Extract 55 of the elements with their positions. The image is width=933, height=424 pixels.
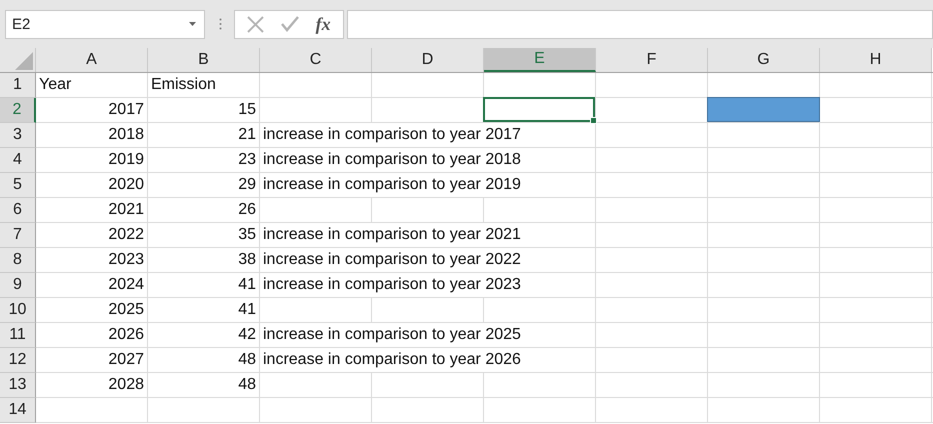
table-cell-text: Year (38, 75, 72, 95)
dropdown-caret-icon[interactable] (189, 22, 196, 26)
active-cell[interactable] (483, 97, 595, 122)
table-cell-text: 41 (237, 300, 257, 320)
table-cell-text: 15 (237, 100, 257, 120)
row-header[interactable]: 1 (0, 73, 36, 98)
table-cell-text: 42 (237, 325, 257, 345)
row-header[interactable]: 7 (0, 223, 36, 248)
table-cell-text: 35 (237, 225, 257, 245)
row-header[interactable]: 9 (0, 273, 36, 298)
table-cell-text: 29 (237, 175, 257, 195)
formula-input[interactable] (347, 10, 933, 38)
table-cell-text: 2018 (107, 125, 145, 145)
insert-function-button[interactable]: fx (316, 13, 331, 35)
row-header[interactable]: 6 (0, 198, 36, 223)
row-header[interactable]: 5 (0, 173, 36, 198)
table-cell-text: 2017 (107, 100, 145, 120)
row-header[interactable]: 8 (0, 248, 36, 273)
table-cell-text: 2020 (107, 175, 145, 195)
name-box[interactable]: E2 (5, 10, 205, 38)
table-cell-text: 21 (237, 125, 257, 145)
row-header[interactable]: 13 (0, 373, 36, 398)
table-cell-text: 2026 (107, 325, 145, 345)
column-header[interactable]: A (36, 48, 148, 72)
table-cell-text: 2023 (107, 250, 145, 270)
column-header[interactable]: D (372, 48, 484, 72)
table-cell-text: 48 (237, 375, 257, 395)
column-header[interactable]: G (708, 48, 820, 72)
row-header[interactable]: 2 (0, 98, 36, 123)
table-cell-text: 23 (237, 150, 257, 170)
table-cell-text: 38 (237, 250, 257, 270)
table-cell-text: 2022 (107, 225, 145, 245)
row-header[interactable]: 10 (0, 298, 36, 323)
column-header[interactable]: F (596, 48, 708, 72)
table-cell-text: 2021 (107, 200, 145, 220)
row-header[interactable]: 4 (0, 148, 36, 173)
table-cell-text: Emission (150, 75, 217, 95)
table-cell-text: 2028 (107, 375, 145, 395)
column-header[interactable]: C (260, 48, 372, 72)
column-header[interactable]: B (148, 48, 260, 72)
table-cell-text: 2024 (107, 275, 145, 295)
row-header[interactable]: 12 (0, 348, 36, 373)
table-cell-text: 26 (237, 200, 257, 220)
more-icon[interactable] (219, 18, 222, 30)
table-cell-text: 2027 (107, 350, 145, 370)
column-header[interactable]: H (820, 48, 932, 72)
corner-triangle-icon (15, 52, 33, 70)
table-cell-text: 2025 (107, 300, 145, 320)
table-cell-text: 2019 (107, 150, 145, 170)
row-header[interactable]: 3 (0, 123, 36, 148)
row-header[interactable]: 11 (0, 323, 36, 348)
select-all-button[interactable] (0, 48, 36, 72)
table-cell-text: 48 (237, 350, 257, 370)
row-header[interactable]: 14 (0, 398, 36, 423)
table-cell-text: 41 (237, 275, 257, 295)
